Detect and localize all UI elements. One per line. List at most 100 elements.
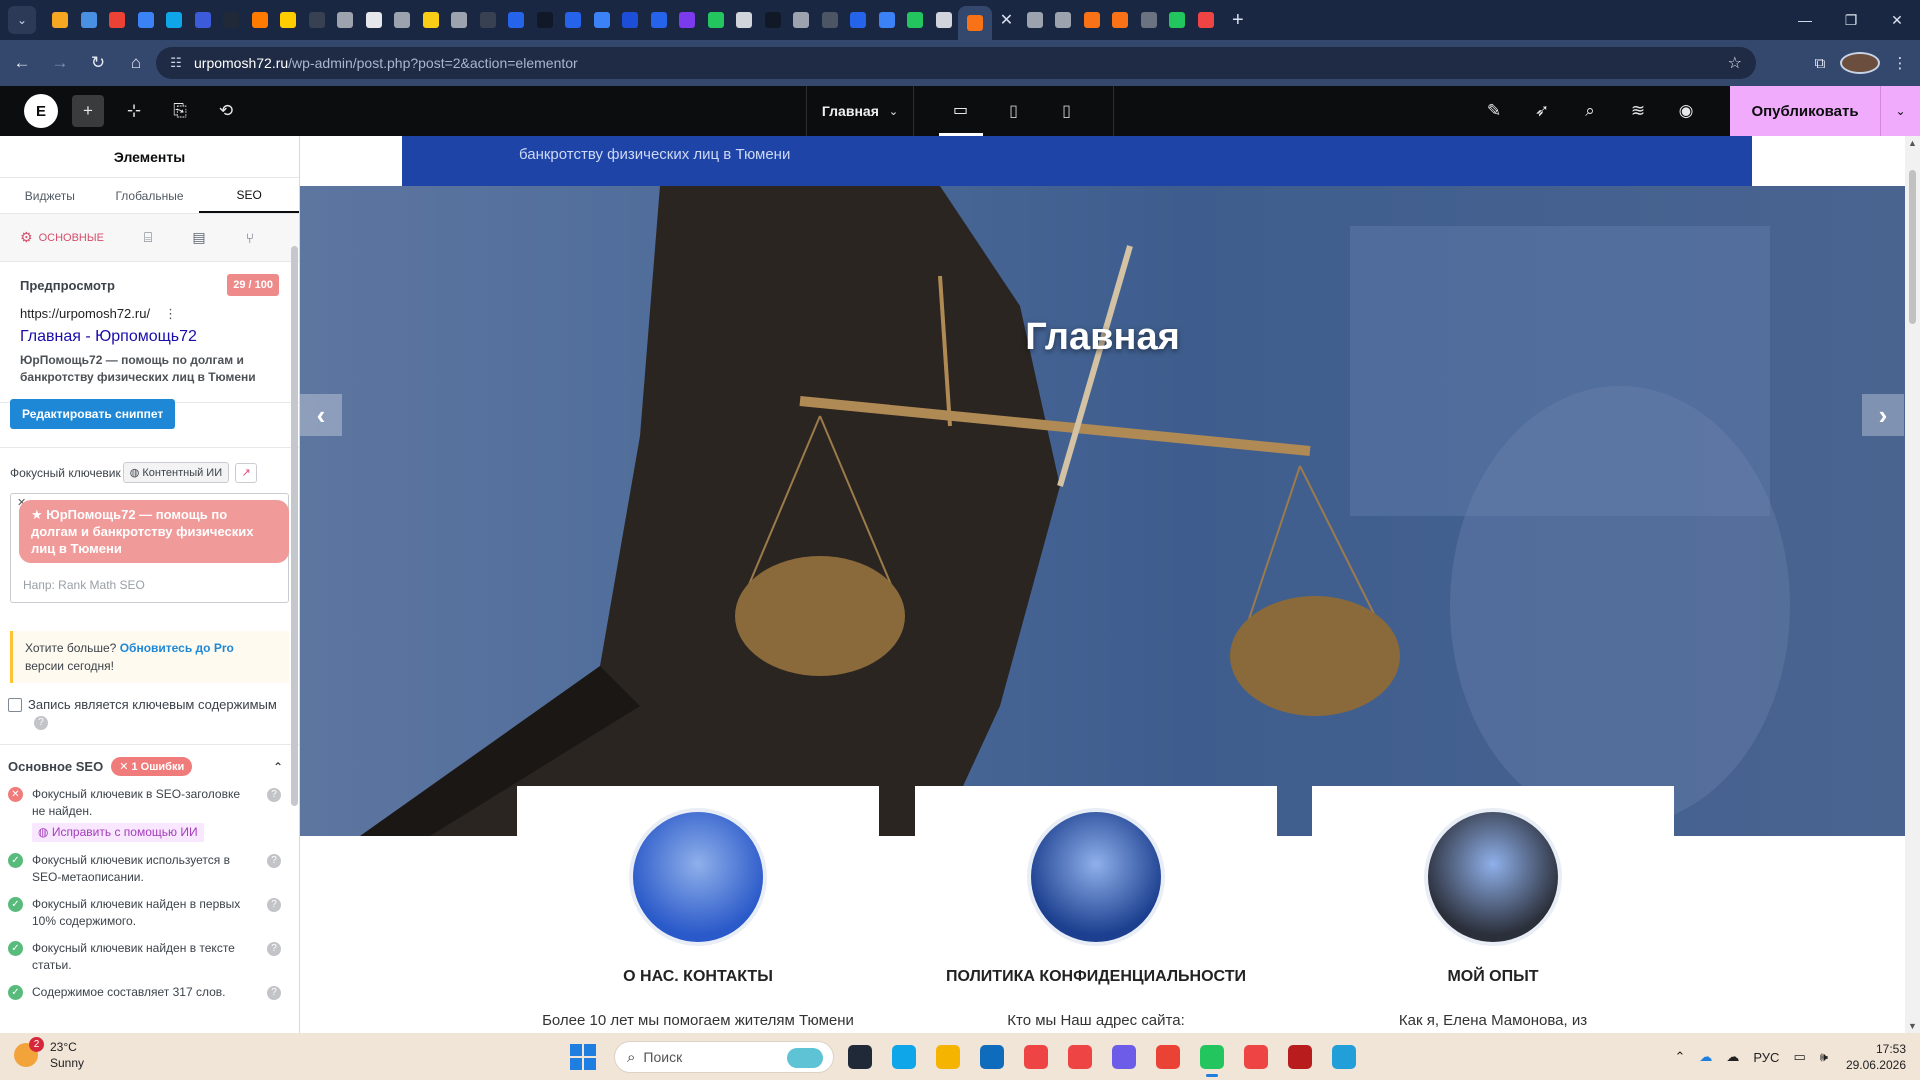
taskbar-app-button[interactable]	[930, 1037, 966, 1077]
scrollbar-thumb[interactable]	[1909, 170, 1916, 324]
add-element-icon[interactable]: +	[72, 95, 104, 127]
search-icon[interactable]: ⌕	[1574, 95, 1606, 127]
tab-seo[interactable]: SEO	[199, 178, 299, 213]
preview-eye-icon[interactable]: ◉	[1670, 95, 1702, 127]
help-icon[interactable]: ?	[267, 788, 281, 802]
focus-keyword-input[interactable]: ✕ ★ ЮрПомощь72 — помощь по долгам и банк…	[10, 493, 289, 603]
browser-tab[interactable]	[75, 6, 103, 34]
card-about[interactable]: О НАС. КОНТАКТЫ Более 10 лет мы помогаем…	[517, 786, 879, 1033]
browser-tab[interactable]	[1192, 6, 1220, 34]
browser-tab[interactable]	[645, 6, 673, 34]
browser-tab[interactable]	[958, 6, 992, 40]
help-icon[interactable]: ?	[267, 898, 281, 912]
taskbar-app-button[interactable]	[1238, 1037, 1274, 1077]
panel-scrollbar[interactable]	[291, 246, 298, 806]
taskbar-search[interactable]: ⌕ Поиск	[614, 1041, 834, 1073]
browser-tab[interactable]	[417, 6, 445, 34]
browser-tab[interactable]	[388, 6, 416, 34]
cloud-icon[interactable]: ☁	[1726, 1049, 1739, 1065]
publish-options-chevron-icon[interactable]: ⌄	[1880, 86, 1920, 136]
browser-tab[interactable]	[901, 6, 929, 34]
content-ai-button[interactable]: ◍ Контентный ИИ	[122, 462, 230, 483]
help-icon[interactable]: ?	[267, 854, 281, 868]
history-icon[interactable]: ⟲	[210, 95, 242, 127]
elementor-logo[interactable]: E	[24, 94, 58, 128]
taskbar-app-button[interactable]	[1062, 1037, 1098, 1077]
browser-tab[interactable]	[160, 6, 188, 34]
social-share-icon[interactable]: ⑂	[246, 230, 254, 246]
tab-search-button[interactable]: ⌄	[8, 6, 36, 34]
fix-with-ai-button[interactable]: ◍ Исправить с помощью ИИ	[32, 823, 204, 842]
new-tab-button[interactable]: +	[1232, 9, 1244, 32]
upgrade-pro-link[interactable]: Обновитесь до Pro	[120, 641, 234, 655]
taskbar-app-button[interactable]	[1282, 1037, 1318, 1077]
help-icon[interactable]: ?	[267, 986, 281, 1000]
browser-tab[interactable]	[103, 6, 131, 34]
mobile-icon[interactable]: ▯	[1045, 86, 1089, 136]
close-tab-icon[interactable]: ✕	[993, 10, 1021, 30]
page-selector[interactable]: Главная ⌄	[806, 86, 914, 136]
clock[interactable]: 17:53 29.06.2026	[1846, 1041, 1906, 1073]
browser-tab[interactable]	[730, 6, 758, 34]
browser-tab[interactable]	[445, 6, 473, 34]
language-indicator[interactable]: РУС	[1753, 1050, 1779, 1065]
chevron-up-icon[interactable]: ⌃	[273, 760, 283, 774]
tab-widgets[interactable]: Виджеты	[0, 178, 100, 213]
publish-button[interactable]: Опубликовать	[1730, 86, 1880, 136]
browser-tab[interactable]	[930, 6, 958, 34]
scroll-down-icon[interactable]: ▼	[1908, 1021, 1917, 1031]
home-button[interactable]: ⌂	[120, 47, 152, 79]
structure-icon[interactable]: ⊹	[118, 95, 150, 127]
page-settings-icon[interactable]: ⎘	[164, 95, 196, 127]
browser-tab[interactable]	[132, 6, 160, 34]
desktop-icon[interactable]: ▭	[938, 86, 983, 136]
slider-prev-arrow[interactable]: ‹	[300, 394, 342, 436]
browser-tab[interactable]	[303, 6, 331, 34]
profile-avatar[interactable]	[1840, 52, 1880, 74]
minimize-button[interactable]: —	[1782, 0, 1828, 40]
browser-tab[interactable]	[616, 6, 644, 34]
extensions-icon[interactable]: ⧉	[1800, 55, 1840, 72]
reload-button[interactable]: ↻	[82, 47, 114, 79]
browser-tab[interactable]	[217, 6, 245, 34]
browser-tab[interactable]	[816, 6, 844, 34]
browser-tab[interactable]	[588, 6, 616, 34]
browser-tab[interactable]	[1106, 6, 1134, 34]
taskbar-app-button[interactable]	[1018, 1037, 1054, 1077]
onedrive-icon[interactable]: ☁	[1699, 1049, 1712, 1065]
cornerstone-checkbox[interactable]	[8, 698, 22, 712]
show-hidden-icons[interactable]: ⌃	[1674, 1049, 1685, 1065]
close-window-button[interactable]: ✕	[1874, 0, 1920, 40]
slider-next-arrow[interactable]: ›	[1862, 394, 1904, 436]
start-button[interactable]	[570, 1044, 596, 1070]
schema-icon[interactable]: ▤	[192, 229, 205, 246]
browser-tab[interactable]	[46, 6, 74, 34]
browser-tab[interactable]	[702, 6, 730, 34]
taskbar-app-button[interactable]	[1194, 1037, 1230, 1077]
taskbar-app-button[interactable]	[1106, 1037, 1142, 1077]
canvas-scrollbar[interactable]: ▲ ▼	[1905, 136, 1920, 1033]
taskbar-app-button[interactable]	[842, 1037, 878, 1077]
bookmark-star-icon[interactable]: ☆	[1728, 53, 1742, 73]
rocket-icon[interactable]: ➶	[1526, 95, 1558, 127]
browser-tab[interactable]	[559, 6, 587, 34]
restore-button[interactable]: ❐	[1828, 0, 1874, 40]
browser-tab[interactable]	[531, 6, 559, 34]
browser-tab[interactable]	[246, 6, 274, 34]
browser-tab[interactable]	[502, 6, 530, 34]
browser-tab[interactable]	[360, 6, 388, 34]
browser-menu-icon[interactable]: ⋮	[1880, 54, 1920, 72]
browser-tab[interactable]	[759, 6, 787, 34]
taskbar-app-button[interactable]	[1150, 1037, 1186, 1077]
volume-icon[interactable]: 🕪	[1820, 1049, 1828, 1065]
browser-tab[interactable]	[844, 6, 872, 34]
browser-tab[interactable]	[1163, 6, 1191, 34]
tablet-icon[interactable]: ▯	[992, 86, 1036, 136]
weather-widget[interactable]: 2 23°C Sunny	[14, 1037, 84, 1071]
taskbar-app-button[interactable]	[974, 1037, 1010, 1077]
taskbar-app-button[interactable]	[1326, 1037, 1362, 1077]
scroll-up-icon[interactable]: ▲	[1908, 138, 1917, 148]
browser-tab[interactable]	[274, 6, 302, 34]
browser-tab[interactable]	[1049, 6, 1077, 34]
help-icon[interactable]: ?	[34, 716, 48, 730]
